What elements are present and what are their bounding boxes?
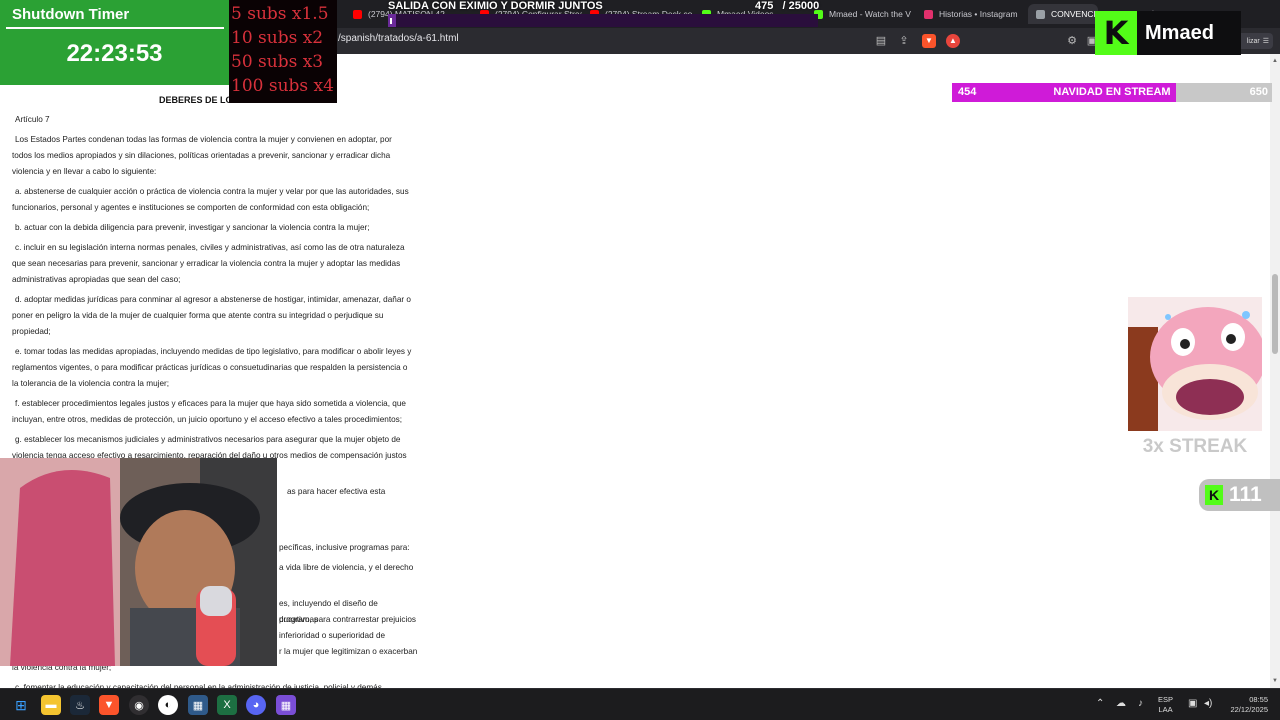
paragraph-intro: Los Estados Partes condenan todas las fo… [12,135,392,176]
instagram-icon [924,9,933,19]
cloud-icon[interactable]: ☁ [1116,698,1126,709]
screen: (2794) MATISON 42 (2794) Configurar Stre… [0,0,1280,720]
follower-count: 111 [1229,483,1262,506]
multiplier-item: 100 subs x4 [231,76,334,96]
navidad-current: 454 [958,86,977,98]
paragraph-d: d. adoptar medidas jurídicas para conmin… [12,295,411,336]
goal-title: SALIDA CON EXIMIO Y DORMIR JUNTOS [388,0,603,12]
tab-6[interactable]: Historias • Instagram [916,4,1026,24]
share-icon[interactable]: ⇪ [897,34,911,48]
page-icon [1036,9,1045,19]
shutdown-timer-overlay: Shutdown Timer 22:23:53 [0,0,229,85]
chapter-heading: DEBERES DE LOS [159,95,239,105]
page-scrollbar[interactable]: ▲ ▼ [1270,54,1280,688]
text-fragment: ducativo, para contrarrestar prejuicios [279,615,416,624]
paragraph-e: e. tomar todas las medidas apropiadas, i… [12,347,412,388]
tab-7-active[interactable]: CONVENCIO [1028,4,1098,24]
article-title: Artículo 7 [15,115,50,124]
windows-taskbar: ⊞ ▬ ♨ ▼ ◉ ◐ ▦ X ◕ ▦ ⌃ ☁ ♪ ESP LAA ▣ ◂) 08… [0,688,1280,720]
rewards-icon[interactable]: ▲ [946,34,960,48]
windows-start-icon[interactable]: ⊞ [11,695,31,715]
app-grid-icon[interactable]: ▦ [276,695,296,715]
steam-icon[interactable]: ♨ [70,695,90,715]
file-explorer-icon[interactable]: ▬ [41,695,61,715]
microphone-icon[interactable]: ♪ [1138,698,1143,709]
paragraph-a: a. abstenerse de cualquier acción o prác… [12,187,409,212]
navidad-goal-bar: NAVIDAD EN STREAM 454 650 [952,83,1272,102]
text-fragment: c. fomentar la educación y capacitación … [15,683,382,688]
excel-icon[interactable]: X [217,695,237,715]
tab-5[interactable]: Mmaed - Watch the V [806,4,916,24]
paragraph-c: c. incluir en su legislación interna nor… [12,243,405,284]
obs-icon[interactable]: ◉ [129,695,149,715]
youtube-icon [353,9,362,19]
kick-follower-count: K 111 [1199,479,1280,511]
text-fragment: as para hacer efectiva esta [287,487,386,496]
text-fragment: a vida libre de violencia, y el derecho [279,563,414,572]
brave-shield-icon[interactable]: ▼ [922,34,936,48]
multiplier-item: 50 subs x3 [231,52,324,72]
paragraph-b: b. actuar con la debida diligencia para … [15,223,370,232]
discord-icon[interactable]: ◕ [246,695,266,715]
multiplier-item: 10 subs x2 [231,28,324,48]
scroll-up-icon[interactable]: ▲ [1270,56,1280,66]
url-field[interactable]: /spanish/tratados/a-61.html [338,33,459,44]
calculator-icon[interactable]: ▦ [188,695,208,715]
paragraph-f: f. establecer procedimientos legales jus… [12,399,406,424]
kick-channel-logo: K Mmaed [1095,11,1241,55]
goal-target: / 25000 [782,0,820,12]
system-clock[interactable]: 08:55 22/12/2025 [1222,695,1268,715]
streak-label: 3x STREAK [1142,436,1248,457]
goal-current: 475 [755,0,774,12]
reader-mode-icon[interactable]: ▤ [874,34,888,48]
channel-name: Mmaed [1145,21,1214,44]
menu-icon: ☰ [1262,38,1269,45]
multiplier-item: 5 subs x1.5 [231,4,329,24]
timer-title: Shutdown Timer [12,6,130,23]
webcam-feed-image [0,458,277,666]
sub-goal-bar [388,14,818,27]
text-fragment: pecíficas, inclusive programas para: [279,543,410,552]
chevron-up-icon[interactable]: ⌃ [1096,698,1104,709]
scroll-down-icon[interactable]: ▼ [1270,676,1280,686]
streak-emote-image [1128,297,1262,431]
language-indicator[interactable]: ESP LAA [1158,695,1173,715]
text-fragment: r la mujer que legitimizan o exacerban [279,647,418,656]
divider [6,27,224,29]
network-icon[interactable]: ▣ [1188,698,1197,709]
navidad-label: NAVIDAD EN STREAM [1053,86,1171,98]
timer-countdown: 22:23:53 [66,40,163,67]
goal-count: 475 / 25000 [755,0,819,12]
kick-app-icon[interactable]: ◐ [158,695,178,715]
scroll-thumb[interactable] [1272,274,1278,354]
text-fragment: inferioridad o superioridad de [279,631,386,640]
extensions-icon[interactable]: ⚙ [1065,34,1079,48]
volume-icon[interactable]: ◂) [1204,698,1212,709]
navidad-target: 650 [1249,86,1268,98]
sub-multipliers-overlay: 5 subs x1.5 10 subs x2 50 subs x3 100 su… [229,0,337,103]
brave-icon[interactable]: ▼ [99,695,119,715]
kick-logo-icon: K [1095,11,1137,55]
kick-logo-icon: K [1205,485,1223,505]
goal-marker [390,18,392,24]
